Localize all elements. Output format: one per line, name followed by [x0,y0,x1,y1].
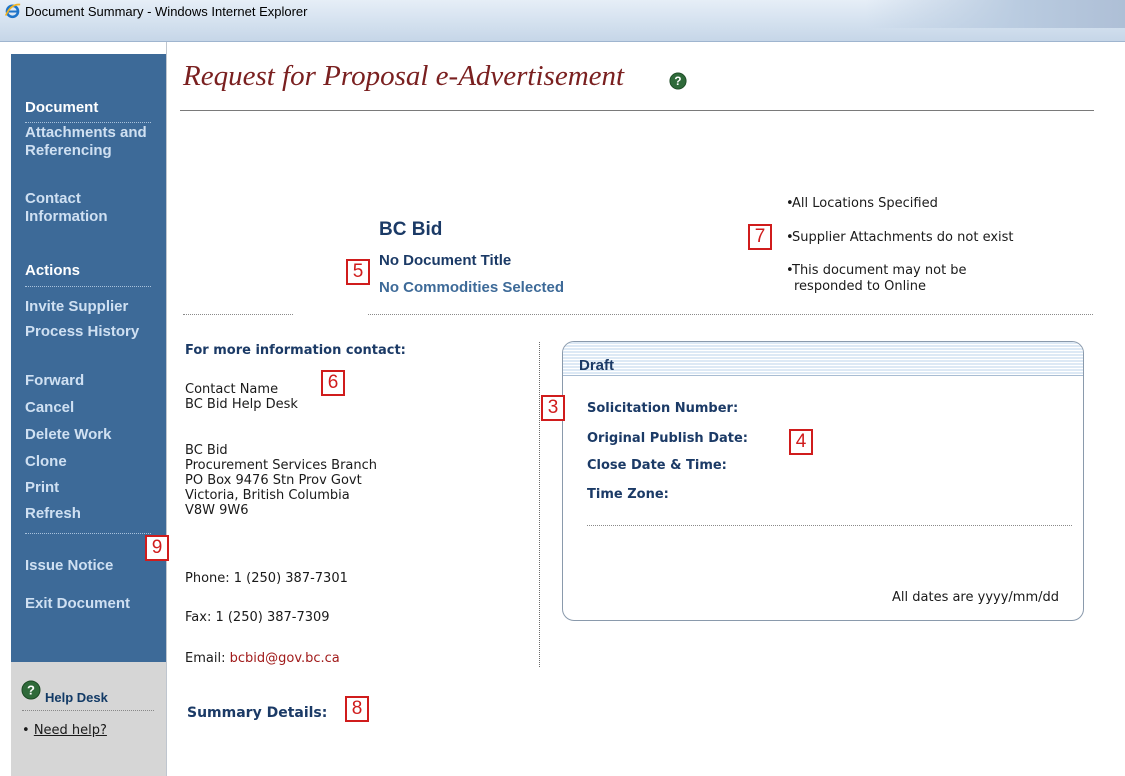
draft-header: Draft [563,342,1083,376]
sidebar-item-print[interactable]: Print [25,479,155,497]
nav-divider [25,533,151,534]
help-icon[interactable]: ? [21,680,41,700]
marker-8: 8 [345,696,369,722]
contact-city: Victoria, British Columbia [185,488,350,503]
svg-text:?: ? [674,75,681,88]
contact-name-label: Contact Name [185,382,279,397]
svg-text:?: ? [27,683,35,698]
title-divider [180,110,1094,111]
column-divider [539,342,540,667]
contact-name: BC Bid Help Desk [185,397,298,412]
contact-heading: For more information contact: [185,343,406,358]
contact-branch: Procurement Services Branch [185,458,378,473]
sidebar-item-refresh[interactable]: Refresh [25,505,155,523]
note-text: responded to Online [794,279,927,294]
window-titlebar: Document Summary - Windows Internet Expl… [0,0,1125,42]
sidebar-item-attachments[interactable]: Attachments and Referencing [25,124,155,160]
sidebar-item-forward[interactable]: Forward [25,372,155,390]
sidebar-item-issue-notice[interactable]: Issue Notice [25,557,155,575]
summary-details-heading: Summary Details: [187,705,328,721]
window-title: Document Summary - Windows Internet Expl… [25,4,308,19]
sidebar-nav: Document Attachments and Referencing Con… [11,54,166,662]
sidebar-item-actions: Actions [25,262,81,279]
marker-3: 3 [541,395,565,421]
summary-divider-right [368,314,1093,315]
contact-phone: Phone: 1 (250) 387-7301 [185,571,348,586]
sidebar: Document Attachments and Referencing Con… [0,42,167,776]
solicitation-number-label: Solicitation Number: [587,401,739,416]
note-item: •Supplier Attachments do not exist [786,230,1096,246]
close-date-time-label: Close Date & Time: [587,458,727,473]
note-text: This document may not be [792,263,967,278]
sidebar-item-invite-supplier[interactable]: Invite Supplier [25,298,155,316]
help-divider [22,710,154,711]
note-text: All Locations Specified [792,196,938,211]
marker-9: 9 [145,535,169,561]
draft-label: Draft [579,357,615,374]
dates-format-note: All dates are yyyy/mm/dd [892,590,1059,605]
summary-commodities: No Commodities Selected [379,279,565,296]
summary-org: BC Bid [379,219,443,240]
sidebar-item-process-history[interactable]: Process History [25,323,155,341]
sidebar-item-document[interactable]: Document [25,99,155,117]
need-help-link[interactable]: Need help? [34,723,107,738]
contact-email: Email: bcbid@gov.bc.ca [185,651,340,666]
sidebar-item-clone[interactable]: Clone [25,453,155,471]
sidebar-item-delete-work[interactable]: Delete Work [25,426,155,444]
email-label: Email: [185,651,230,666]
marker-4: 4 [789,429,813,455]
sidebar-item-exit-document[interactable]: Exit Document [25,595,155,613]
email-link[interactable]: bcbid@gov.bc.ca [230,651,340,666]
nav-divider [25,286,151,287]
title-help-icon[interactable]: ? [669,72,687,90]
titlebar-glass [865,0,1125,28]
note-text: Supplier Attachments do not exist [792,230,1014,245]
page-title: Request for Proposal e-Advertisement [183,60,625,92]
draft-divider [587,525,1072,526]
contact-org: BC Bid [185,443,228,458]
contact-po-box: PO Box 9476 Stn Prov Govt [185,473,362,488]
summary-divider-left [183,314,293,315]
time-zone-label: Time Zone: [587,487,669,502]
note-item: •All Locations Specified [786,196,1096,212]
internet-explorer-icon [4,3,21,19]
sidebar-item-contact[interactable]: Contact Information [25,190,155,226]
original-publish-date-label: Original Publish Date: [587,431,749,446]
marker-6: 6 [321,370,345,396]
marker-5: 5 [346,259,370,285]
help-desk-label: Help Desk [45,690,108,705]
sidebar-item-cancel[interactable]: Cancel [25,399,155,417]
contact-fax: Fax: 1 (250) 387-7309 [185,610,330,625]
draft-panel: Draft Solicitation Number: Original Publ… [562,341,1084,621]
note-item: •This document may not be responded to O… [786,263,1096,295]
bullet-icon: • [22,723,34,738]
summary-document-title: No Document Title [379,252,512,269]
contact-postal: V8W 9W6 [185,503,249,518]
need-help-item: • Need help? [22,723,107,738]
nav-divider [25,122,151,123]
marker-7: 7 [748,224,772,250]
